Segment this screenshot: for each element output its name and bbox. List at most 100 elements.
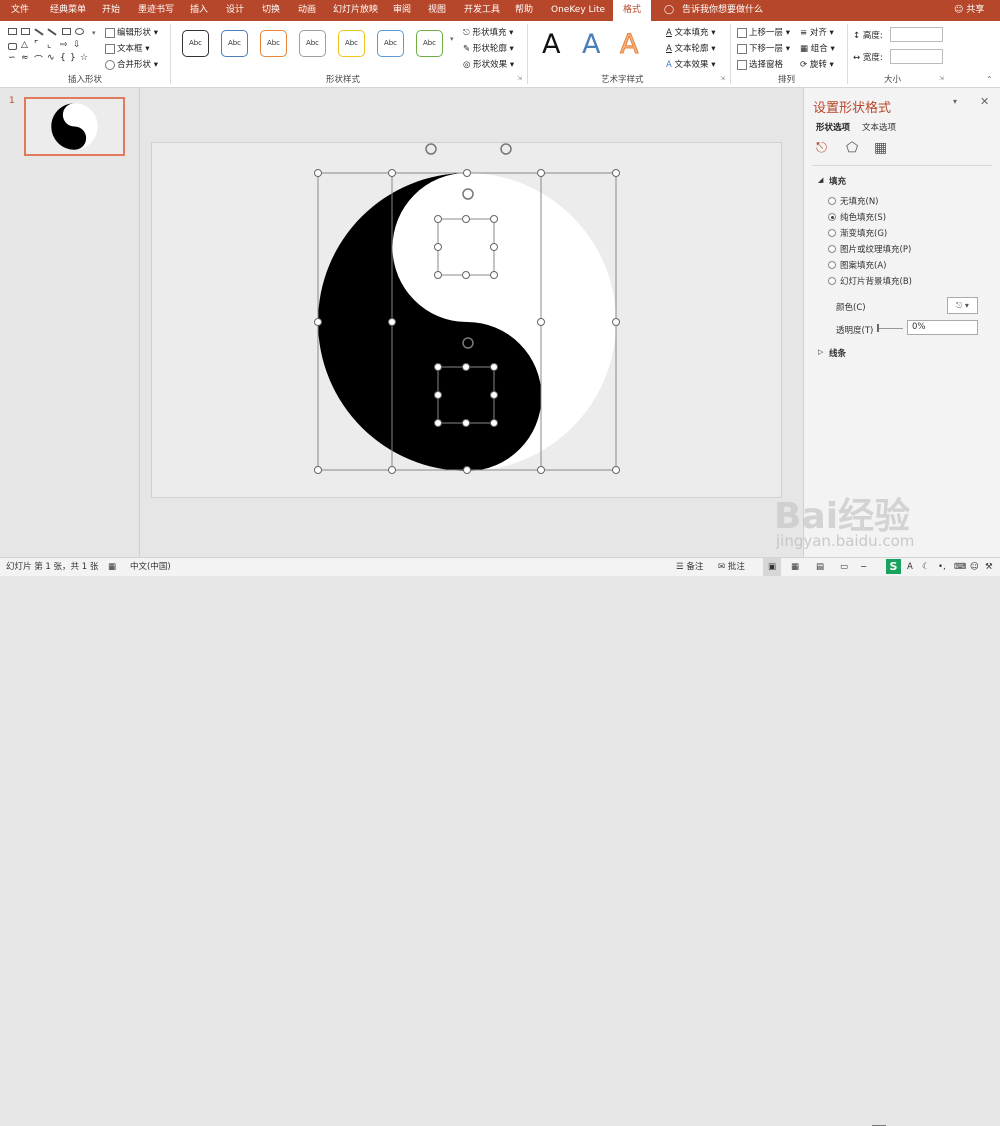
comments-button[interactable]: ✉ 批注 — [718, 558, 745, 576]
tab-file[interactable]: 文件 — [11, 0, 29, 21]
size-properties-icon[interactable]: ▦ — [874, 140, 887, 156]
slide-canvas[interactable] — [151, 142, 782, 498]
ime-tools-icon[interactable]: ⚒ — [985, 558, 993, 576]
tab-developer[interactable]: 开发工具 — [464, 0, 500, 21]
tab-review[interactable]: 审阅 — [393, 0, 411, 21]
ime-comma-icon[interactable]: •, — [938, 558, 946, 576]
tab-help[interactable]: 帮助 — [515, 0, 533, 21]
align-button[interactable]: ≡ 对齐 ▾ — [800, 26, 834, 38]
tab-home[interactable]: 开始 — [102, 0, 120, 21]
collapse-ribbon-icon[interactable]: ⌃ — [986, 75, 993, 84]
merge-shapes-button[interactable]: 合并形状 ▾ — [105, 58, 158, 70]
triangle-shape-icon[interactable]: △ — [21, 40, 28, 50]
slide-sorter-icon[interactable]: ▦ — [791, 558, 799, 576]
language-status[interactable]: 中文(中国) — [130, 558, 171, 576]
ime-user-icon[interactable]: ☺ — [970, 558, 979, 576]
pane-options-dropdown-icon[interactable]: ▾ — [953, 97, 957, 106]
text-fill-button[interactable]: A 文本填充 ▾ — [666, 26, 716, 38]
wordart-launcher-icon[interactable]: ⇲ — [720, 75, 725, 82]
wave-shape-icon[interactable]: ∿ — [47, 53, 55, 63]
freeform-shape-icon[interactable]: ≈ — [21, 53, 29, 63]
down-arrow-shape-icon[interactable]: ⇩ — [73, 40, 81, 50]
line-section-header[interactable]: 线条 — [829, 347, 846, 359]
tab-design[interactable]: 设计 — [226, 0, 244, 21]
rotation-handle-icon[interactable] — [425, 143, 437, 155]
textbox-shape-icon[interactable] — [8, 28, 17, 35]
gallery-scroll-icon[interactable]: ▾ — [92, 29, 96, 37]
white-dot[interactable] — [439, 219, 495, 276]
shape-style-black[interactable]: Abc — [182, 30, 209, 57]
wordart-style-black[interactable]: A — [542, 30, 560, 60]
shape-style-green[interactable]: Abc — [416, 30, 443, 57]
color-picker-button[interactable]: ⎋ ▾ — [947, 297, 978, 314]
style-gallery-more-icon[interactable]: ▾ — [450, 35, 454, 43]
ime-keyboard-icon[interactable]: ⌨ — [954, 558, 966, 576]
text-outline-button[interactable]: A 文本轮廓 ▾ — [666, 42, 716, 54]
tab-classic-menu[interactable]: 经典菜单 — [50, 0, 86, 21]
arrow-line-shape-icon[interactable] — [47, 28, 57, 36]
right-arrow-shape-icon[interactable]: ⇨ — [60, 40, 68, 50]
fill-collapse-icon[interactable]: ◢ — [818, 176, 823, 184]
tab-view[interactable]: 视图 — [428, 0, 446, 21]
shape-styles-launcher-icon[interactable]: ⇲ — [517, 75, 522, 82]
shape-style-lightblue[interactable]: Abc — [377, 30, 404, 57]
selection-pane-button[interactable]: 选择窗格 — [737, 58, 783, 70]
zoom-out-icon[interactable]: − — [860, 558, 867, 576]
rectangle-shape-icon[interactable] — [62, 28, 71, 35]
radio-slide-background-fill[interactable] — [828, 277, 836, 285]
radio-solid-fill[interactable] — [828, 213, 836, 221]
bring-forward-button[interactable]: 上移一层 ▾ — [737, 26, 790, 38]
tab-text-options[interactable]: 文本选项 — [862, 121, 896, 133]
send-backward-button[interactable]: 下移一层 ▾ — [737, 42, 790, 54]
fill-line-icon[interactable]: ⎋ — [816, 140, 827, 156]
close-pane-icon[interactable]: ✕ — [980, 95, 989, 108]
tab-insert[interactable]: 插入 — [190, 0, 208, 21]
rotation-handle-icon[interactable] — [500, 143, 512, 155]
wordart-style-blue[interactable]: A — [582, 30, 600, 60]
shape-style-gray[interactable]: Abc — [299, 30, 326, 57]
text-effects-button[interactable]: A 文本效果 ▾ — [666, 58, 716, 70]
shape-effects-button[interactable]: ◎ 形状效果 ▾ — [463, 58, 514, 70]
vertical-textbox-shape-icon[interactable] — [21, 28, 30, 35]
shape-style-gold[interactable]: Abc — [338, 30, 365, 57]
tab-transitions[interactable]: 切换 — [262, 0, 280, 21]
reading-view-icon[interactable]: ▤ — [816, 558, 824, 576]
rotate-button[interactable]: ⟳ 旋转 ▾ — [800, 58, 834, 70]
tab-slideshow[interactable]: 幻灯片放映 — [333, 0, 378, 21]
elbow-shape-icon[interactable]: ⌞ — [47, 40, 51, 50]
shape-style-orange[interactable]: Abc — [260, 30, 287, 57]
rounded-rect-shape-icon[interactable] — [8, 43, 17, 50]
height-input[interactable] — [890, 27, 943, 42]
radio-picture-fill[interactable] — [828, 245, 836, 253]
ime-punct-icon[interactable]: ☾ — [922, 558, 930, 576]
wordart-style-orange[interactable]: A — [619, 29, 639, 60]
ime-logo-icon[interactable]: S — [886, 559, 901, 574]
normal-view-icon[interactable]: ▣ — [763, 558, 781, 576]
shape-fill-button[interactable]: ⎋ 形状填充 ▾ — [463, 26, 513, 38]
spell-check-icon[interactable]: ▦ — [108, 558, 116, 576]
slideshow-icon[interactable]: ▭ — [840, 558, 848, 576]
arc-shape-icon[interactable]: ⌒ — [34, 53, 43, 66]
transparency-slider[interactable] — [877, 328, 903, 329]
tab-format[interactable]: 格式 — [613, 0, 651, 21]
group-button[interactable]: ▦ 组合 ▾ — [800, 42, 835, 54]
width-input[interactable] — [890, 49, 943, 64]
radio-pattern-fill[interactable] — [828, 261, 836, 269]
notes-button[interactable]: ☰ 备注 — [676, 558, 703, 576]
transparency-slider-handle[interactable] — [877, 324, 879, 332]
shape-gallery[interactable]: △ ⌜ ⌞ ⇨ ⇩ ∽ ≈ ⌒ ∿ { } ☆ ▾ — [6, 27, 96, 67]
ime-mode-icon[interactable]: A — [907, 558, 913, 576]
star-shape-icon[interactable]: ☆ — [80, 53, 88, 63]
oval-shape-icon[interactable] — [75, 28, 84, 35]
black-dot[interactable] — [439, 368, 495, 425]
tell-me-search[interactable]: 告诉我你想要做什么 — [682, 0, 763, 21]
size-launcher-icon[interactable]: ⇲ — [939, 75, 944, 82]
brace-left-shape-icon[interactable]: { — [60, 53, 66, 63]
tab-animations[interactable]: 动画 — [298, 0, 316, 21]
radio-gradient-fill[interactable] — [828, 229, 836, 237]
edit-shape-button[interactable]: 编辑形状 ▾ — [105, 26, 158, 38]
line-expand-icon[interactable]: ▷ — [818, 348, 823, 356]
tab-shape-options[interactable]: 形状选项 — [816, 121, 850, 133]
tab-ink[interactable]: 墨迹书写 — [138, 0, 174, 21]
slide-thumbnail[interactable] — [24, 97, 125, 156]
